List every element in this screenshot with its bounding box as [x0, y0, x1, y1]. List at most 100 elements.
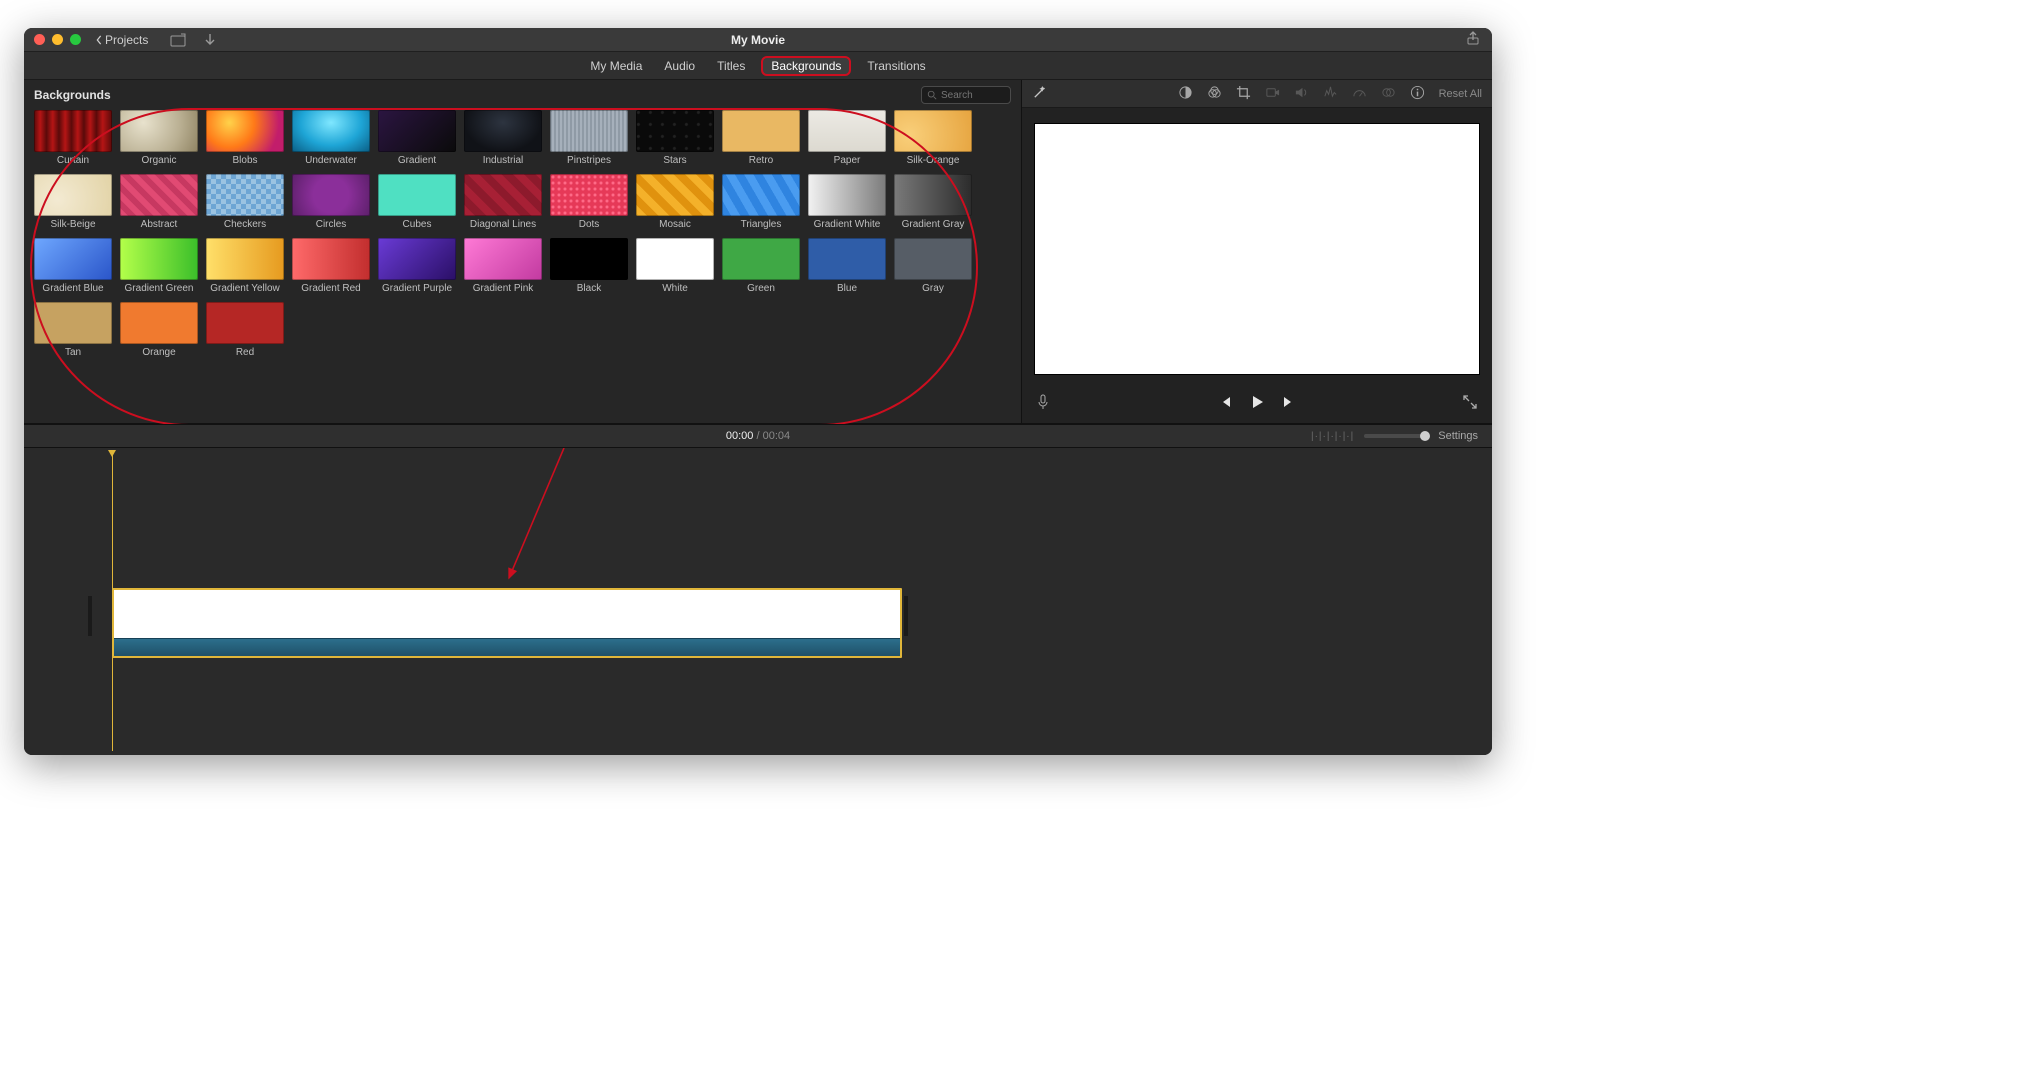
- background-swatch: [34, 174, 112, 216]
- window-minimize-button[interactable]: [52, 34, 63, 45]
- background-item[interactable]: Cubes: [378, 174, 456, 230]
- background-swatch: [464, 174, 542, 216]
- background-label: Cubes: [403, 219, 432, 230]
- timeline-clip[interactable]: [112, 588, 902, 658]
- projects-back-button[interactable]: Projects: [95, 33, 148, 47]
- fullscreen-icon[interactable]: [1462, 394, 1478, 413]
- background-label: Silk-Beige: [50, 219, 95, 230]
- background-item[interactable]: Tan: [34, 302, 112, 358]
- background-swatch: [808, 238, 886, 280]
- background-item[interactable]: Silk-Orange: [894, 110, 972, 166]
- background-item[interactable]: Curtain: [34, 110, 112, 166]
- color-correction-icon[interactable]: [1207, 85, 1222, 103]
- share-icon[interactable]: [1466, 31, 1480, 48]
- background-label: Triangles: [741, 219, 782, 230]
- media-import-icon[interactable]: [170, 33, 186, 47]
- app-window: Projects My Movie My Media Audio Titles …: [24, 28, 1492, 755]
- background-item[interactable]: Diagonal Lines: [464, 174, 542, 230]
- background-label: Dots: [579, 219, 600, 230]
- background-swatch: [378, 174, 456, 216]
- background-item[interactable]: Black: [550, 238, 628, 294]
- tab-backgrounds[interactable]: Backgrounds: [761, 56, 851, 76]
- background-item[interactable]: Paper: [808, 110, 886, 166]
- crop-icon[interactable]: [1236, 85, 1251, 103]
- background-label: Green: [747, 283, 775, 294]
- clip-trim-handle-right[interactable]: [904, 596, 908, 636]
- background-item[interactable]: Gradient Green: [120, 238, 198, 294]
- window-title: My Movie: [24, 33, 1492, 47]
- background-item[interactable]: White: [636, 238, 714, 294]
- background-label: Diagonal Lines: [470, 219, 536, 230]
- background-swatch: [550, 110, 628, 152]
- timeline[interactable]: [24, 448, 1492, 755]
- speed-icon[interactable]: [1352, 85, 1367, 103]
- zoom-slider-thumb[interactable]: [1420, 431, 1430, 441]
- background-item[interactable]: Organic: [120, 110, 198, 166]
- background-item[interactable]: Gray: [894, 238, 972, 294]
- tab-audio[interactable]: Audio: [658, 57, 701, 75]
- background-label: Stars: [663, 155, 686, 166]
- background-swatch: [722, 110, 800, 152]
- background-item[interactable]: Gradient Red: [292, 238, 370, 294]
- background-item[interactable]: Green: [722, 238, 800, 294]
- background-swatch: [722, 174, 800, 216]
- background-item[interactable]: Red: [206, 302, 284, 358]
- background-item[interactable]: Underwater: [292, 110, 370, 166]
- reset-all-button[interactable]: Reset All: [1439, 88, 1482, 100]
- enhance-wand-icon[interactable]: [1032, 85, 1047, 103]
- noise-reduction-icon[interactable]: [1323, 85, 1338, 103]
- background-item[interactable]: Gradient Pink: [464, 238, 542, 294]
- tab-transitions[interactable]: Transitions: [861, 57, 931, 75]
- viewer-toolbar: Reset All: [1022, 80, 1492, 108]
- annotation-arrow: [24, 448, 1492, 588]
- clip-filter-icon[interactable]: [1381, 85, 1396, 103]
- background-label: Gradient Gray: [902, 219, 965, 230]
- background-item[interactable]: Gradient Yellow: [206, 238, 284, 294]
- background-item[interactable]: Silk-Beige: [34, 174, 112, 230]
- volume-icon[interactable]: [1294, 85, 1309, 103]
- zoom-slider[interactable]: [1364, 434, 1428, 438]
- background-item[interactable]: Triangles: [722, 174, 800, 230]
- background-item[interactable]: Pinstripes: [550, 110, 628, 166]
- stabilization-icon[interactable]: [1265, 85, 1280, 103]
- background-item[interactable]: Retro: [722, 110, 800, 166]
- background-swatch: [636, 110, 714, 152]
- background-item[interactable]: Gradient Blue: [34, 238, 112, 294]
- background-item[interactable]: Orange: [120, 302, 198, 358]
- media-tabs: My Media Audio Titles Backgrounds Transi…: [24, 52, 1492, 80]
- background-swatch: [722, 238, 800, 280]
- background-item[interactable]: Mosaic: [636, 174, 714, 230]
- background-item[interactable]: Gradient Gray: [894, 174, 972, 230]
- search-input[interactable]: [941, 90, 1001, 101]
- prev-frame-button[interactable]: [1217, 394, 1233, 413]
- download-arrow-icon[interactable]: [204, 33, 216, 47]
- background-swatch: [894, 238, 972, 280]
- tab-my-media[interactable]: My Media: [584, 57, 648, 75]
- viewer-canvas-wrap: [1022, 108, 1492, 383]
- background-label: Black: [577, 283, 601, 294]
- tab-titles[interactable]: Titles: [711, 57, 751, 75]
- background-item[interactable]: Abstract: [120, 174, 198, 230]
- background-item[interactable]: Checkers: [206, 174, 284, 230]
- color-balance-icon[interactable]: [1178, 85, 1193, 103]
- background-item[interactable]: Blobs: [206, 110, 284, 166]
- window-close-button[interactable]: [34, 34, 45, 45]
- background-item[interactable]: Gradient Purple: [378, 238, 456, 294]
- background-item[interactable]: Stars: [636, 110, 714, 166]
- voiceover-mic-icon[interactable]: [1036, 394, 1050, 413]
- search-field[interactable]: [921, 86, 1011, 104]
- play-button[interactable]: [1249, 394, 1265, 413]
- background-item[interactable]: Blue: [808, 238, 886, 294]
- settings-button[interactable]: Settings: [1438, 430, 1478, 442]
- background-item[interactable]: Gradient: [378, 110, 456, 166]
- background-item[interactable]: Gradient White: [808, 174, 886, 230]
- window-zoom-button[interactable]: [70, 34, 81, 45]
- next-frame-button[interactable]: [1281, 394, 1297, 413]
- background-item[interactable]: Circles: [292, 174, 370, 230]
- background-item[interactable]: Dots: [550, 174, 628, 230]
- background-label: Abstract: [141, 219, 178, 230]
- background-item[interactable]: Industrial: [464, 110, 542, 166]
- info-icon[interactable]: [1410, 85, 1425, 103]
- clip-trim-handle-left[interactable]: [88, 596, 92, 636]
- background-swatch: [636, 238, 714, 280]
